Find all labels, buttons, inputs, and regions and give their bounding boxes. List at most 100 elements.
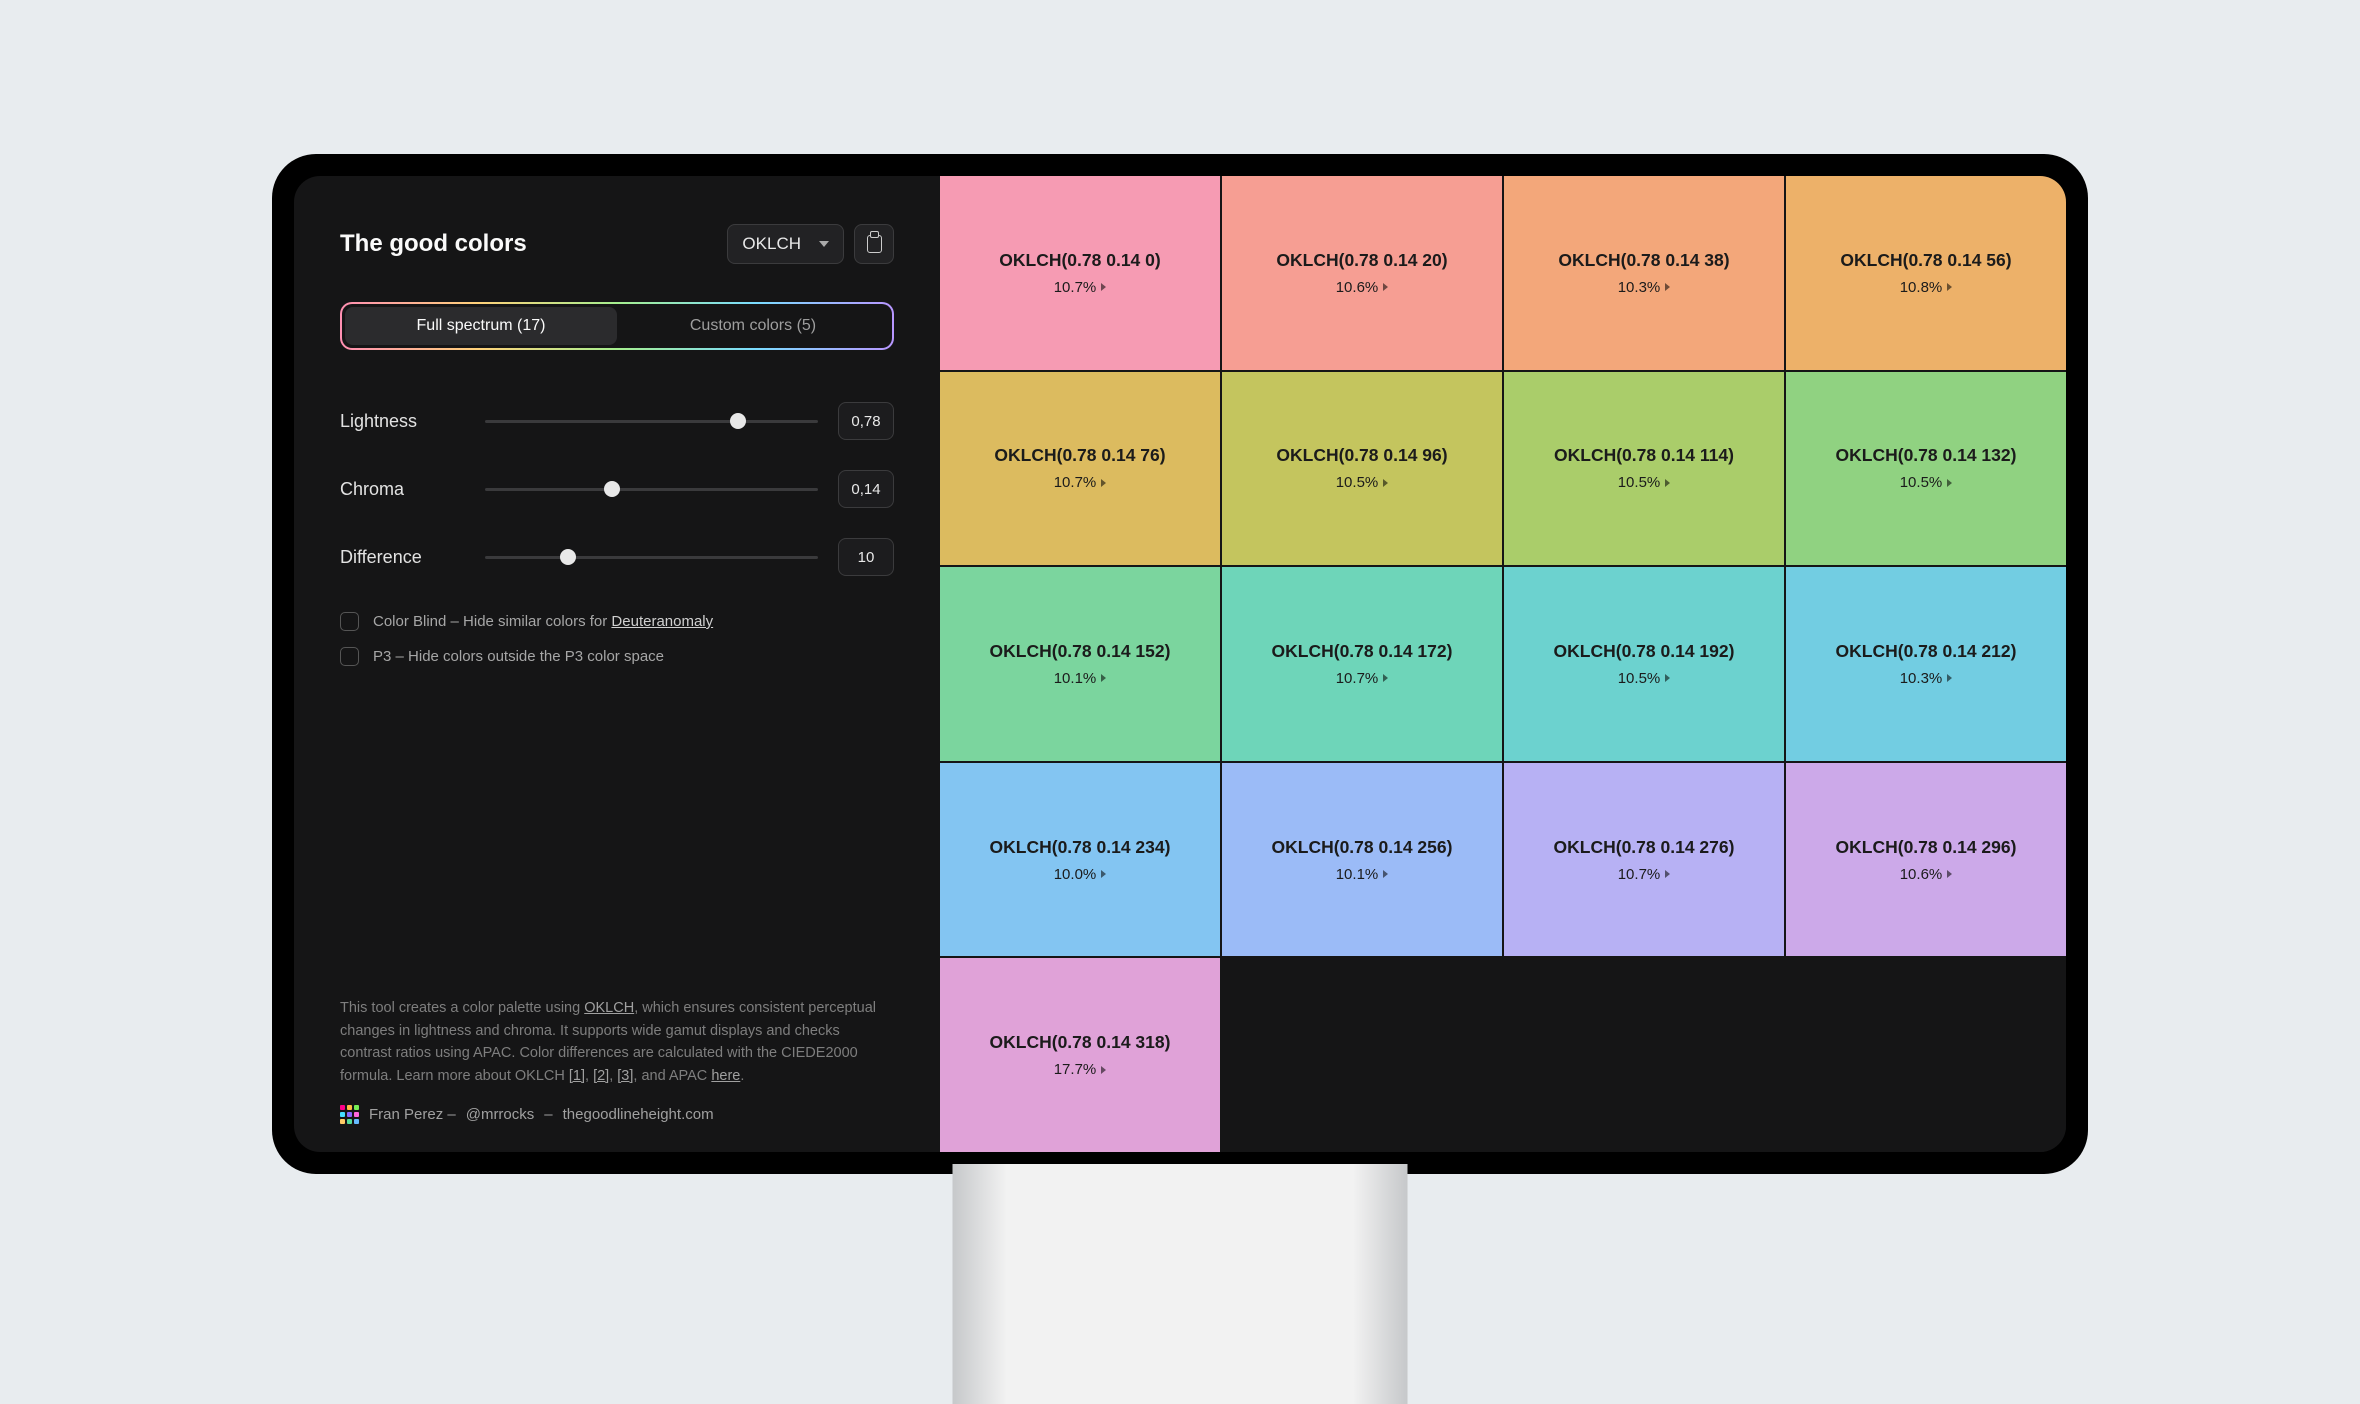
app-screen: The good colors OKLCH Full spectrum (17)… [294,176,2066,1152]
color-swatch[interactable]: OKLCH(0.78 0.14 114)10.5% [1504,372,1784,566]
author-handle[interactable]: @mrrocks [466,1106,535,1123]
control-chroma: Chroma 0,14 [340,470,894,508]
color-swatch[interactable]: OKLCH(0.78 0.14 318)17.7% [940,958,1220,1152]
sidebar-header: The good colors OKLCH [340,224,894,264]
color-swatch[interactable]: OKLCH(0.78 0.14 256)10.1% [1222,763,1502,957]
chevron-right-icon [1101,283,1106,291]
chevron-right-icon [1947,674,1952,682]
color-swatch[interactable]: OKLCH(0.78 0.14 56)10.8% [1786,176,2066,370]
swatch-code: OKLCH(0.78 0.14 152) [990,641,1171,662]
difference-label: Difference [340,547,465,568]
swatch-contrast: 10.7% [1618,866,1671,883]
color-swatch[interactable]: OKLCH(0.78 0.14 96)10.5% [1222,372,1502,566]
copy-button[interactable] [854,224,894,264]
color-swatch[interactable]: OKLCH(0.78 0.14 76)10.7% [940,372,1220,566]
color-swatch[interactable]: OKLCH(0.78 0.14 276) 10.7% [1504,763,1784,957]
chroma-slider[interactable] [485,479,818,499]
swatch-contrast: 10.3% [1618,279,1671,296]
footer-description: This tool creates a color palette using … [340,997,894,1087]
swatch-code: OKLCH(0.78 0.14 318) [990,1032,1171,1053]
color-swatch[interactable]: OKLCH(0.78 0.14 132)10.5% [1786,372,2066,566]
ref-link-3[interactable]: [3] [617,1068,633,1084]
chevron-right-icon [1665,283,1670,291]
swatch-contrast: 10.7% [1336,670,1389,687]
swatch-code: OKLCH(0.78 0.14 296) [1836,837,2017,858]
color-swatch[interactable]: OKLCH(0.78 0.14 152) 10.1% [940,567,1220,761]
checkbox-group: Color Blind – Hide similar colors for De… [340,612,894,666]
chroma-value[interactable]: 0,14 [838,470,894,508]
author-name: Fran Perez – [369,1106,456,1123]
ref-link-2[interactable]: [2] [593,1068,609,1084]
oklch-link[interactable]: OKLCH [584,1000,634,1016]
apac-link[interactable]: here [711,1068,740,1084]
color-swatch[interactable]: OKLCH(0.78 0.14 212)10.3% [1786,567,2066,761]
color-swatch[interactable]: OKLCH(0.78 0.14 0)10.7% [940,176,1220,370]
lightness-label: Lightness [340,411,465,432]
lightness-slider[interactable] [485,411,818,431]
swatch-contrast: 10.5% [1618,474,1671,491]
swatch-grid: OKLCH(0.78 0.14 0)10.7%OKLCH(0.78 0.14 2… [940,176,2066,1152]
checkbox-icon [340,647,359,666]
swatch-code: OKLCH(0.78 0.14 192) [1554,641,1735,662]
swatch-contrast: 10.6% [1336,279,1389,296]
chevron-right-icon [1947,479,1952,487]
chevron-right-icon [1383,479,1388,487]
difference-value[interactable]: 10 [838,538,894,576]
chevron-right-icon [1383,283,1388,291]
sidebar: The good colors OKLCH Full spectrum (17)… [294,176,940,1152]
control-lightness: Lightness 0,78 [340,402,894,440]
color-swatch[interactable]: OKLCH(0.78 0.14 192)10.5% [1504,567,1784,761]
swatch-contrast: 10.6% [1900,866,1953,883]
swatch-contrast: 10.1% [1336,866,1389,883]
grid-icon [340,1105,359,1124]
swatch-code: OKLCH(0.78 0.14 172) [1272,641,1453,662]
swatch-contrast: 10.0% [1054,866,1107,883]
swatch-contrast: 10.8% [1900,279,1953,296]
colorblind-label: Color Blind – Hide similar colors for De… [373,613,713,630]
checkbox-icon [340,612,359,631]
monitor-stand [953,1164,1408,1404]
swatch-code: OKLCH(0.78 0.14 132) [1836,445,2017,466]
tab-custom-colors[interactable]: Custom colors (5) [617,307,889,345]
tab-bar: Full spectrum (17) Custom colors (5) [340,302,894,350]
swatch-code: OKLCH(0.78 0.14 276) [1554,837,1735,858]
color-swatch[interactable]: OKLCH(0.78 0.14 38) 10.3% [1504,176,1784,370]
swatch-code: OKLCH(0.78 0.14 38) [1558,250,1729,271]
chevron-right-icon [1101,1066,1106,1074]
slider-controls: Lightness 0,78 Chroma 0,14 Difference [340,402,894,576]
format-select-value: OKLCH [742,234,801,254]
chevron-right-icon [1665,674,1670,682]
chevron-right-icon [1101,870,1106,878]
color-swatch[interactable]: OKLCH(0.78 0.14 296) 10.6% [1786,763,2066,957]
color-swatch[interactable]: OKLCH(0.78 0.14 20)10.6% [1222,176,1502,370]
swatch-code: OKLCH(0.78 0.14 234) [990,837,1171,858]
color-swatch[interactable]: OKLCH(0.78 0.14 234) 10.0% [940,763,1220,957]
chevron-right-icon [1947,870,1952,878]
deuteranomaly-link[interactable]: Deuteranomaly [611,613,713,630]
lightness-value[interactable]: 0,78 [838,402,894,440]
ref-link-1[interactable]: [1] [569,1068,585,1084]
monitor-frame: The good colors OKLCH Full spectrum (17)… [272,154,2088,1174]
chevron-right-icon [1665,479,1670,487]
chevron-right-icon [1101,479,1106,487]
color-swatch[interactable]: OKLCH(0.78 0.14 172) 10.7% [1222,567,1502,761]
p3-checkbox[interactable]: P3 – Hide colors outside the P3 color sp… [340,647,894,666]
chevron-right-icon [1101,674,1106,682]
colorblind-checkbox[interactable]: Color Blind – Hide similar colors for De… [340,612,894,631]
author-site[interactable]: thegoodlineheight.com [563,1106,714,1123]
chevron-right-icon [1383,870,1388,878]
format-select[interactable]: OKLCH [727,224,844,264]
swatch-code: OKLCH(0.78 0.14 76) [994,445,1165,466]
swatch-contrast: 10.1% [1054,670,1107,687]
chevron-right-icon [1947,283,1952,291]
clipboard-icon [867,235,882,253]
tab-full-spectrum[interactable]: Full spectrum (17) [345,307,617,345]
swatch-contrast: 10.7% [1054,279,1107,296]
chevron-right-icon [1383,674,1388,682]
credits: Fran Perez – @mrrocks – thegoodlineheigh… [340,1105,894,1124]
app-title: The good colors [340,230,527,258]
empty-swatch [1222,958,1502,1152]
chevron-right-icon [1665,870,1670,878]
difference-slider[interactable] [485,547,818,567]
chevron-down-icon [819,241,829,247]
